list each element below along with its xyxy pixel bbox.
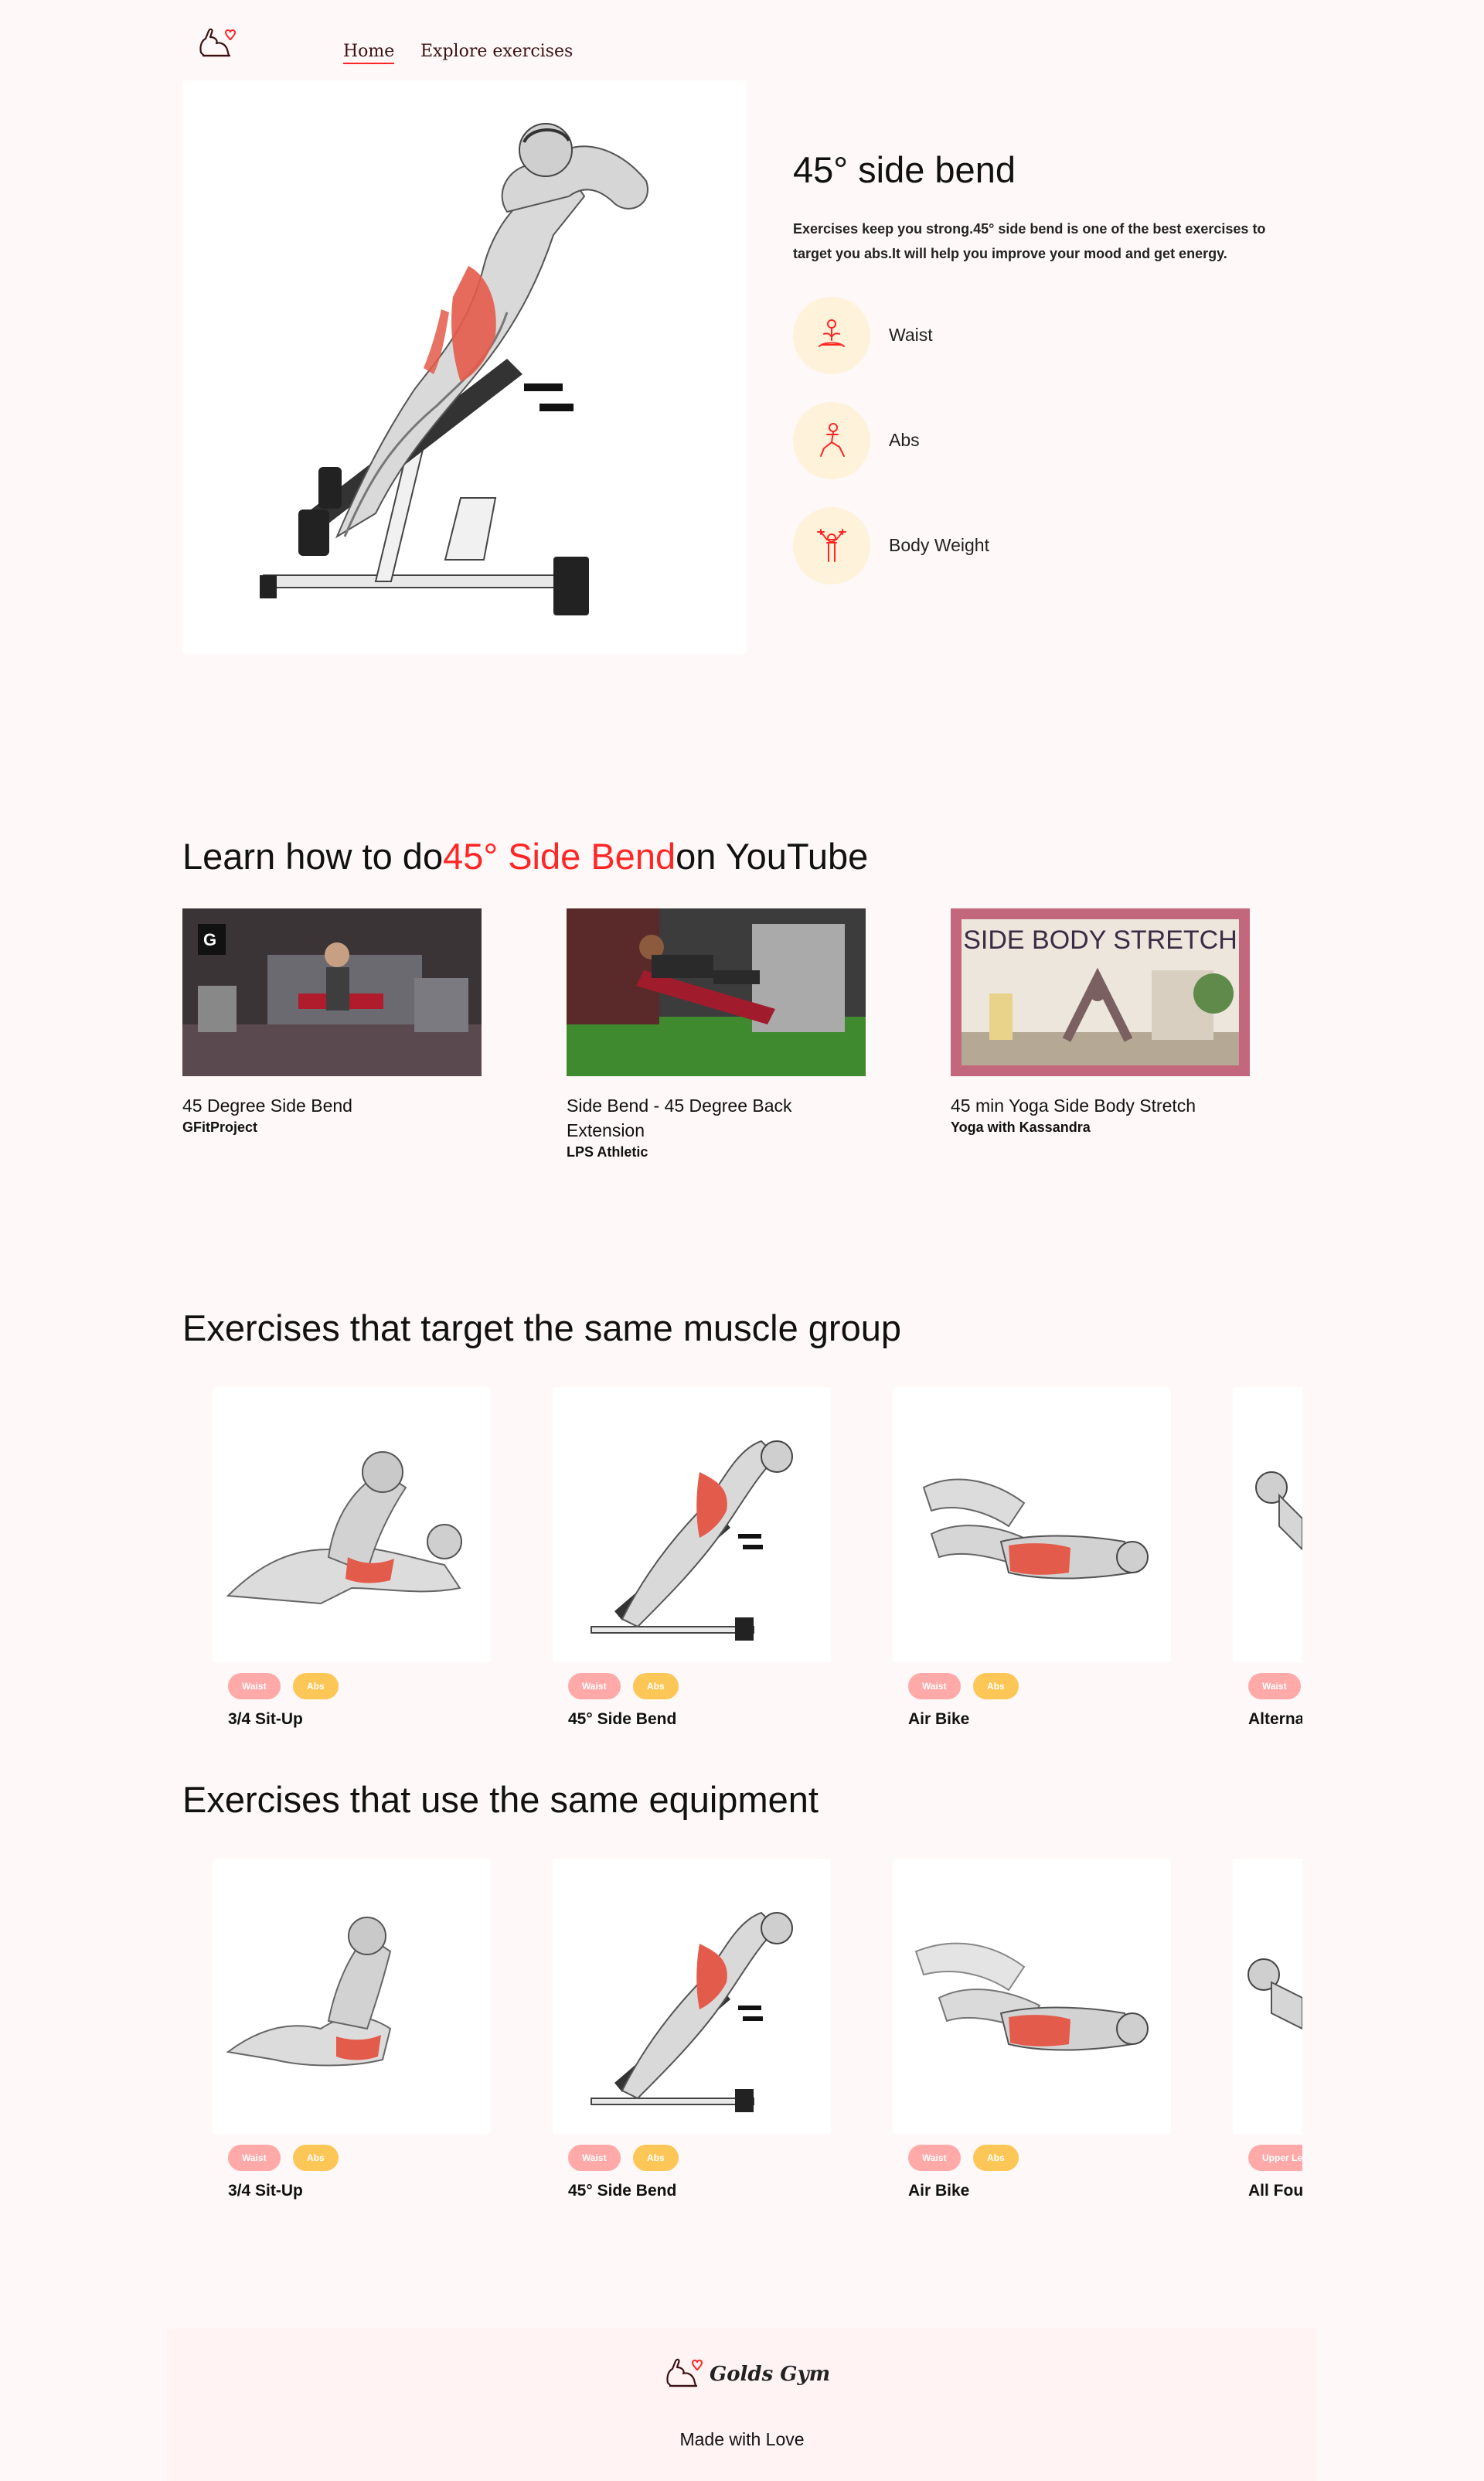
tag-body-part[interactable]: Waist	[1248, 1673, 1301, 1699]
video-card[interactable]: SIDE BODY STRETCH 45 min Yoga Side Body …	[951, 908, 1260, 1136]
exercise-info: 45° side bend Exercises keep you strong.…	[793, 147, 1319, 266]
exercise-card-name[interactable]: Air Bike	[908, 2182, 969, 2200]
footer-logo: Golds Gym	[662, 2352, 863, 2398]
tag-target[interactable]: Abs	[293, 2145, 339, 2171]
tag-target[interactable]: Abs	[973, 2145, 1019, 2171]
exercise-card-image[interactable]	[893, 1387, 1171, 1662]
detail-label: Abs	[889, 430, 920, 450]
navbar: Home Explore exercises	[195, 22, 813, 68]
videos-title-prefix: Learn how to do	[182, 836, 444, 877]
detail-body-part: Waist	[793, 297, 1257, 374]
exercise-card[interactable]: Waist Alterna	[1233, 1387, 1302, 1729]
thumbnail-caption: SIDE BODY STRETCH	[963, 925, 1237, 955]
logo-icon[interactable]	[195, 22, 238, 65]
muscle-exercises-scroller[interactable]: Waist Abs 3/4 Sit-Up Waist Abs 45° Side	[213, 1387, 1302, 1743]
nav-home-link[interactable]: Home	[343, 42, 395, 64]
lunge-icon	[793, 402, 870, 479]
exercise-card[interactable]: Waist Abs 45° Side Bend	[553, 1387, 831, 1729]
tag-body-part[interactable]: Waist	[568, 2145, 621, 2171]
exercise-card-image[interactable]	[893, 1859, 1171, 2134]
exercise-card-name[interactable]: 45° Side Bend	[568, 2182, 676, 2200]
detail-label: Body Weight	[889, 535, 989, 555]
video-card[interactable]: G 45 Degree Side Bend GFitProject	[182, 908, 492, 1136]
video-title[interactable]: Side Bend - 45 Degree Back Extension	[567, 1093, 868, 1143]
tag-target[interactable]: Abs	[633, 2145, 679, 2171]
video-title[interactable]: 45 Degree Side Bend	[182, 1093, 484, 1118]
exercise-card-image[interactable]	[553, 1387, 831, 1662]
side-bend-illustration	[260, 123, 648, 615]
exercise-card-name[interactable]: 3/4 Sit-Up	[228, 2182, 303, 2200]
video-channel: Yoga with Kassandra	[951, 1120, 1091, 1135]
equipment-exercises-scroller[interactable]: Waist Abs 3/4 Sit-Up Waist Abs 45° Side	[213, 1859, 1302, 2214]
svg-text:G: G	[203, 930, 216, 949]
exercise-card[interactable]: Waist Abs 3/4 Sit-Up	[213, 1859, 491, 2200]
video-channel: LPS Athletic	[567, 1144, 648, 1160]
muscle-section-title: Exercises that target the same muscle gr…	[182, 1307, 901, 1348]
dumbbell-person-icon	[793, 507, 870, 584]
exercise-card[interactable]: Waist Abs Air Bike	[893, 1387, 1171, 1729]
exercise-card-image[interactable]	[1233, 1387, 1302, 1662]
exercise-card-name[interactable]: Alterna	[1248, 1710, 1302, 1729]
video-thumbnail[interactable]	[567, 908, 866, 1076]
exercise-card[interactable]: Upper Le All Fou	[1233, 1859, 1302, 2200]
exercise-card-name[interactable]: 3/4 Sit-Up	[228, 1710, 303, 1729]
videos-title-suffix: on YouTube	[676, 836, 869, 877]
footer-logo-icon	[666, 2358, 703, 2387]
videos-section-title: Learn how to do45° Side Bendon YouTube	[182, 835, 868, 878]
video-card[interactable]: Side Bend - 45 Degree Back Extension LPS…	[567, 908, 876, 1160]
exercise-card-image[interactable]	[213, 1859, 491, 2134]
detail-equipment: Body Weight	[793, 507, 1257, 584]
exercise-card-image[interactable]	[553, 1859, 831, 2134]
exercise-card[interactable]: Waist Abs 45° Side Bend	[553, 1859, 831, 2200]
exercise-card[interactable]: Waist Abs 3/4 Sit-Up	[213, 1387, 491, 1729]
exercise-description: Exercises keep you strong.45° side bend …	[793, 221, 1266, 261]
video-channel: GFitProject	[182, 1120, 258, 1135]
exercise-card-image[interactable]	[1233, 1859, 1302, 2134]
page: Home Explore exercises 45° side bend Exe…	[0, 0, 1484, 2481]
nav-explore-link[interactable]: Explore exercises	[420, 42, 573, 64]
tag-body-part[interactable]: Upper Le	[1248, 2145, 1302, 2171]
detail-label: Waist	[889, 325, 933, 345]
meditation-icon	[793, 297, 870, 374]
video-title[interactable]: 45 min Yoga Side Body Stretch	[951, 1093, 1252, 1118]
footer-tagline: Made with Love	[679, 2429, 805, 2449]
tag-body-part[interactable]: Waist	[228, 2145, 281, 2171]
exercise-card-name[interactable]: 45° Side Bend	[568, 1710, 676, 1729]
exercise-card-name[interactable]: All Fou	[1248, 2182, 1302, 2200]
exercise-card-name[interactable]: Air Bike	[908, 1710, 969, 1729]
exercise-card-image[interactable]	[213, 1387, 491, 1662]
video-thumbnail[interactable]: SIDE BODY STRETCH	[951, 908, 1250, 1076]
tag-body-part[interactable]: Waist	[228, 1673, 281, 1699]
exercise-card[interactable]: Waist Abs Air Bike	[893, 1859, 1171, 2200]
exercise-title: 45° side bend	[793, 149, 1016, 190]
tag-body-part[interactable]: Waist	[908, 1673, 961, 1699]
exercise-image	[182, 80, 747, 654]
tag-target[interactable]: Abs	[633, 1673, 679, 1699]
videos-title-exercise: 45° Side Bend	[443, 836, 676, 877]
tag-body-part[interactable]: Waist	[568, 1673, 621, 1699]
tag-body-part[interactable]: Waist	[908, 2145, 961, 2171]
footer-brand: Golds Gym	[710, 2363, 831, 2386]
video-thumbnail[interactable]: G	[182, 908, 482, 1076]
footer: Golds Gym Made with Love	[167, 2329, 1317, 2481]
detail-target: Abs	[793, 402, 1257, 479]
tag-target[interactable]: Abs	[293, 1673, 339, 1699]
tag-target[interactable]: Abs	[973, 1673, 1019, 1699]
equipment-section-title: Exercises that use the same equipment	[182, 1779, 819, 1820]
